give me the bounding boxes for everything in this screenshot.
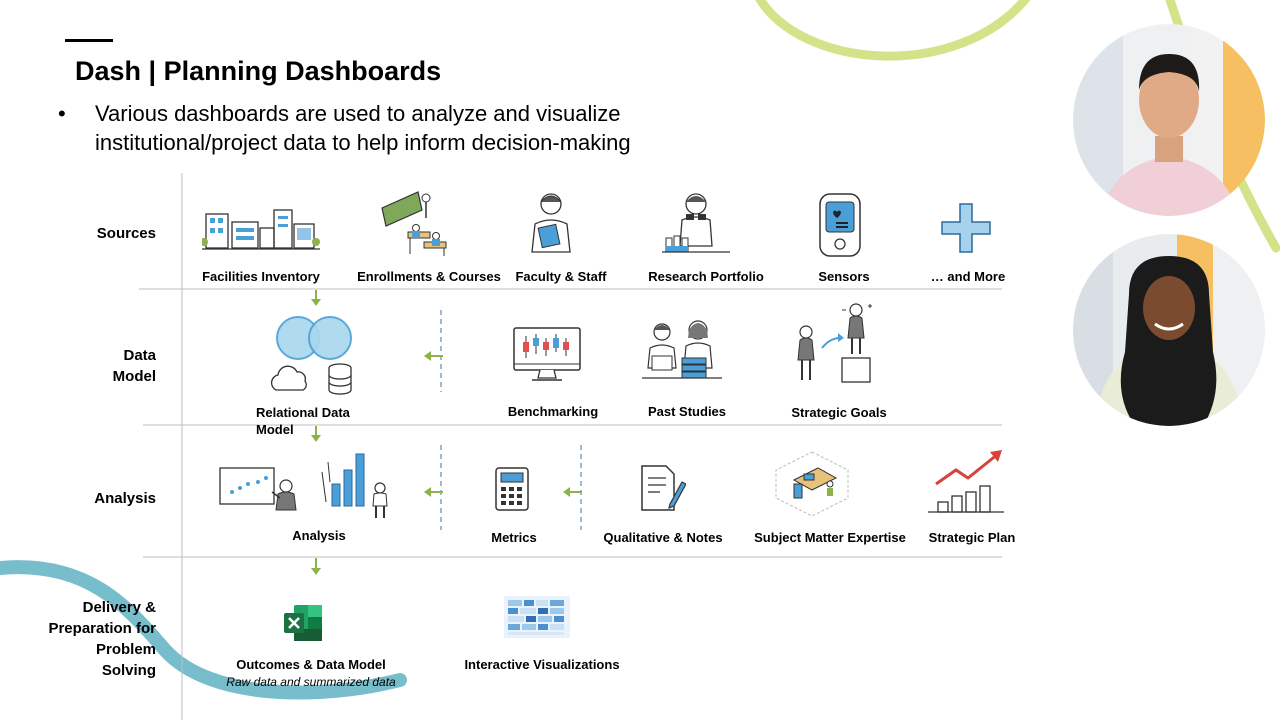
source-label-more: … and More <box>930 269 1006 284</box>
analysis-label-analysis: Analysis <box>292 528 346 543</box>
lime-arc-top <box>755 0 1031 61</box>
row-label-data-model: Data Model <box>112 347 156 385</box>
calculator-icon <box>495 467 529 511</box>
buildings-icon <box>202 209 320 250</box>
source-label-faculty: Faculty & Staff <box>515 269 607 284</box>
source-label-enrollments: Enrollments & Courses <box>357 269 501 284</box>
analysis-label-metrics: Metrics <box>491 530 537 545</box>
source-label-facilities: Facilities Inventory <box>202 269 320 284</box>
down-arrow <box>311 558 321 575</box>
model-label-past-studies: Past Studies <box>647 404 727 419</box>
notes-pen-icon <box>641 465 686 511</box>
model-label-benchmarking: Benchmarking <box>507 404 599 419</box>
studying-people-icon <box>642 320 722 379</box>
analysis-label-expertise: Subject Matter Expertise <box>754 530 906 545</box>
left-arrow <box>563 487 582 497</box>
sensor-device-icon <box>819 193 861 257</box>
researcher-icon <box>662 193 730 253</box>
growth-chart-icon <box>928 450 1004 513</box>
model-label-relational: Relational Data Model <box>256 405 350 437</box>
monitor-chart-icon <box>513 327 581 381</box>
profile-photo-woman <box>1073 234 1265 426</box>
slide-title: Dash | Planning Dashboards <box>75 56 442 86</box>
row-label-delivery: Delivery & Preparation for Problem Solvi… <box>48 599 156 679</box>
row-label-analysis: Analysis <box>94 490 156 507</box>
model-label-strategic-goals: Strategic Goals <box>791 405 887 420</box>
venn-database-icon <box>270 316 352 395</box>
down-arrow <box>311 290 321 306</box>
title-accent-rule <box>65 39 113 42</box>
goal-climb-icon <box>797 303 872 383</box>
bullet-marker: • <box>58 101 66 126</box>
heatmap-icon <box>504 596 570 638</box>
bullet-text: Various dashboards are used to analyze a… <box>95 101 631 155</box>
analysis-charts-icon <box>219 453 388 518</box>
source-label-sensors: Sensors <box>818 269 870 284</box>
workspace-icon <box>775 451 849 517</box>
excel-icon <box>284 605 322 641</box>
plus-icon <box>941 203 991 253</box>
left-arrow <box>424 487 443 497</box>
classroom-icon <box>381 191 447 256</box>
delivery-label-outcomes: Outcomes & Data Model <box>236 657 386 672</box>
delivery-sublabel-outcomes: Raw data and summarized data <box>226 675 396 689</box>
left-arrow <box>424 351 443 361</box>
profile-photo-man <box>1073 24 1265 216</box>
row-label-sources: Sources <box>96 225 156 242</box>
delivery-label-visualizations: Interactive Visualizations <box>464 657 620 672</box>
faculty-person-icon <box>531 193 571 253</box>
analysis-label-strategic-plan: Strategic Plan <box>928 530 1016 545</box>
source-label-research: Research Portfolio <box>648 269 764 284</box>
analysis-label-qualitative: Qualitative & Notes <box>603 530 723 545</box>
